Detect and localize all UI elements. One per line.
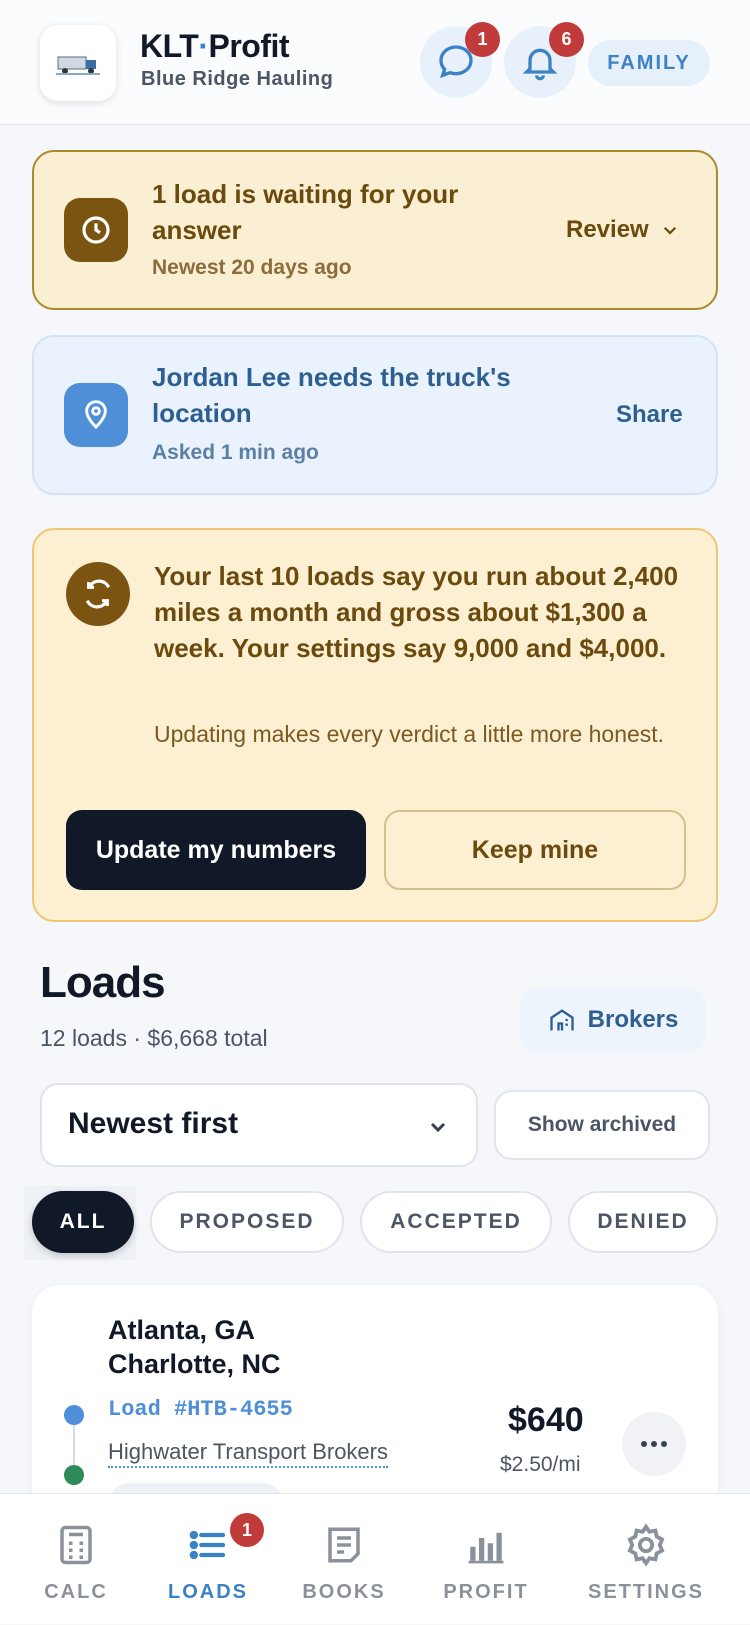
keep-numbers-button[interactable]: Keep mine [384,810,686,890]
share-location-button[interactable]: Share [616,401,683,429]
numbers-message: Your last 10 loads say you run about 2,4… [154,561,679,663]
broker-link[interactable]: Highwater Transport Brokers [108,1438,388,1468]
filter-proposed[interactable]: PROPOSED [150,1191,344,1253]
filter-accepted[interactable]: ACCEPTED [360,1191,552,1253]
update-numbers-button[interactable]: Update my numbers [66,810,366,890]
notifications-button[interactable]: 6 [504,22,584,98]
app-title: KLT·Profit [140,28,290,64]
refresh-icon [66,562,130,626]
page-title: Loads [40,958,166,1007]
load-price: $640 [508,1401,584,1439]
destination-dot [64,1465,84,1485]
gear-icon [623,1521,669,1569]
waiting-alert-subtitle: Newest 20 days ago [152,256,352,279]
tab-settings[interactable]: SETTINGS [588,1494,704,1625]
loads-count-badge: 1 [230,1513,264,1547]
chevron-down-icon [430,1122,446,1133]
waiting-alert-title: 1 load is waiting for your answer [152,179,459,245]
tab-label: BOOKS [302,1581,386,1603]
tab-loads[interactable]: 1 LOADS [160,1494,264,1625]
route-origin: Atlanta, GA [108,1315,256,1345]
bottom-tab-bar: CALC 1 LOADS BOOKS PROFIT SETTINGS [0,1493,750,1624]
tab-label: CALC [44,1581,108,1603]
loads-summary: 12 loads · $6,668 total [40,1025,268,1051]
notifications-count-badge: 6 [549,22,584,57]
review-label: Review [566,216,649,243]
waiting-load-alert[interactable]: 1 load is waiting for your answer Newest… [32,150,718,310]
route-destination: Charlotte, NC [108,1349,281,1379]
route-line [73,1425,75,1465]
brokers-label: Brokers [587,1006,679,1033]
load-id: Load #HTB-4655 [108,1397,293,1422]
truck-logo-icon [56,56,100,75]
building-icon [549,1009,574,1031]
ellipsis-icon [641,1441,667,1447]
clock-icon [64,198,128,262]
tab-label: SETTINGS [588,1581,705,1603]
bar-chart-icon [464,1521,508,1569]
document-icon [323,1521,365,1569]
company-name: Blue Ridge Hauling [141,68,334,90]
show-archived-button[interactable]: Show archived [494,1090,710,1160]
sort-select[interactable]: Newest first [40,1083,478,1167]
tab-calc[interactable]: CALC [36,1494,116,1625]
review-button[interactable]: Review [566,216,679,244]
filter-denied[interactable]: DENIED [568,1191,718,1253]
messages-count-badge: 1 [465,22,500,57]
messages-button[interactable]: 1 [420,22,500,98]
brokers-button[interactable]: Brokers [520,988,706,1052]
load-rate: $2.50/mi [500,1453,581,1476]
location-alert-title: Jordan Lee needs the truck's location [152,362,511,428]
origin-dot [64,1405,84,1425]
tab-books[interactable]: BOOKS [296,1494,392,1625]
map-pin-icon [64,383,128,447]
calculator-icon [55,1521,97,1569]
list-icon: 1 [186,1513,264,1569]
company-logo[interactable] [40,25,116,101]
location-request-alert[interactable]: Jordan Lee needs the truck's location As… [32,335,718,495]
sort-value: Newest first [68,1107,239,1140]
numbers-update-card: Your last 10 loads say you run about 2,4… [32,528,718,922]
location-alert-subtitle: Asked 1 min ago [152,441,319,464]
numbers-note: Updating makes every verdict a little mo… [154,721,665,747]
family-mode-chip[interactable]: FAMILY [588,40,710,86]
chevron-down-icon [663,226,676,235]
filter-all[interactable]: ALL [32,1191,134,1253]
tab-label: LOADS [168,1581,248,1603]
tab-profit[interactable]: PROFIT [436,1494,536,1625]
more-options-button[interactable] [622,1412,686,1476]
tab-label: PROFIT [443,1581,529,1603]
top-bar: KLT·Profit Blue Ridge Hauling 1 6 FAMILY [0,0,750,125]
